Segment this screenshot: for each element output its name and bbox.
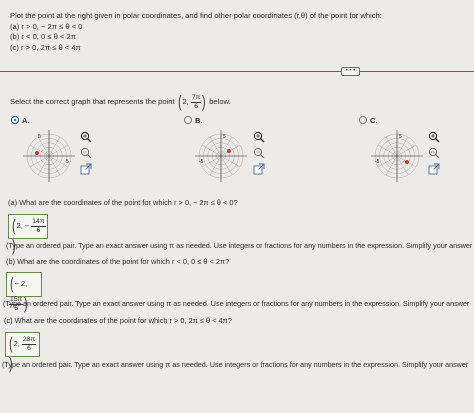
problem-line-1: Plot the point at the right given in pol…	[10, 11, 382, 20]
point-r: 2,	[182, 97, 189, 106]
zoom-out-icon[interactable]	[80, 147, 92, 159]
part-a-answer-r: 2, −	[16, 220, 30, 230]
select-question: Select the correct graph that represents…	[10, 92, 231, 111]
option-a-label[interactable]: A.	[22, 116, 30, 125]
expand-button[interactable]: • • •	[341, 67, 360, 76]
plotted-point-b	[227, 149, 231, 153]
point-theta-den: 6	[194, 102, 199, 110]
svg-text:5: 5	[66, 159, 69, 165]
part-c-answer-den: 6	[27, 344, 31, 352]
problem-statement: Plot the point at the right given in pol…	[10, 11, 382, 53]
zoom-in-icon[interactable]	[253, 131, 265, 143]
popout-icon[interactable]	[428, 163, 440, 175]
polar-graph-b: 5 -5	[195, 130, 247, 182]
section-divider	[0, 71, 474, 72]
part-c-answer-r: 2,	[13, 338, 20, 348]
part-b-answer-r: − 2,	[14, 278, 28, 288]
part-a-hint: (Type an ordered pair. Type an exact ans…	[6, 241, 473, 250]
svg-text:-5: -5	[375, 159, 380, 165]
zoom-out-icon[interactable]	[428, 147, 440, 159]
part-a-answer-num: 14π	[31, 217, 46, 227]
part-a-answer-box[interactable]: (2, − 14π 6)	[8, 214, 48, 255]
problem-line-a: (a) r > 0, − 2π ≤ θ < 0	[10, 21, 83, 31]
plotted-point-c	[405, 160, 409, 164]
svg-text:5: 5	[399, 134, 402, 140]
plotted-point-a	[35, 151, 39, 155]
zoom-in-icon[interactable]	[428, 131, 440, 143]
select-prefix: Select the correct graph that represents…	[10, 97, 175, 106]
part-a-answer-den: 6	[36, 226, 41, 234]
part-b-question: (b) What are the coordinates of the poin…	[6, 257, 230, 266]
part-c-hint: (Type an ordered pair. Type an exact ans…	[2, 360, 469, 369]
popout-icon[interactable]	[253, 163, 265, 175]
part-a-question: (a) What are the coordinates of the poin…	[8, 198, 238, 207]
part-c-answer-theta: 28π 6	[21, 335, 37, 353]
problem-line-b: (b) r < 0, 0 ≤ θ < 2π	[10, 32, 76, 41]
point-theta: 7π 6	[190, 93, 202, 111]
svg-text:-5: -5	[199, 159, 204, 165]
option-b-label[interactable]: B.	[195, 116, 203, 125]
popout-icon[interactable]	[80, 163, 92, 175]
option-a-radio[interactable]	[11, 116, 19, 124]
part-c-answer-num: 28π	[21, 335, 37, 345]
svg-text:5: 5	[38, 134, 41, 140]
part-b-answer-box[interactable]: (− 2, 15π 6)	[6, 272, 42, 313]
option-c-label[interactable]: C.	[370, 116, 378, 125]
polar-graph-c: 5 -5	[371, 130, 423, 182]
part-b-hint: (Type an ordered pair. Type an exact ans…	[3, 299, 470, 308]
select-suffix: below.	[209, 97, 231, 106]
zoom-out-icon[interactable]	[253, 147, 265, 159]
point-theta-num: 7π	[190, 93, 202, 103]
problem-line-c: (c) r > 0, 2π ≤ θ < 4π	[10, 42, 81, 52]
zoom-in-icon[interactable]	[80, 131, 92, 143]
part-a-answer-theta: 14π 6	[31, 217, 46, 235]
option-b-radio[interactable]	[184, 116, 192, 124]
option-c-radio[interactable]	[359, 116, 367, 124]
part-c-question: (c) What are the coordinates of the poin…	[4, 316, 232, 325]
part-c-answer-box[interactable]: (2, 28π 6)	[5, 332, 40, 373]
svg-text:5: 5	[223, 134, 226, 140]
polar-graph-a: 5 5	[23, 130, 75, 182]
